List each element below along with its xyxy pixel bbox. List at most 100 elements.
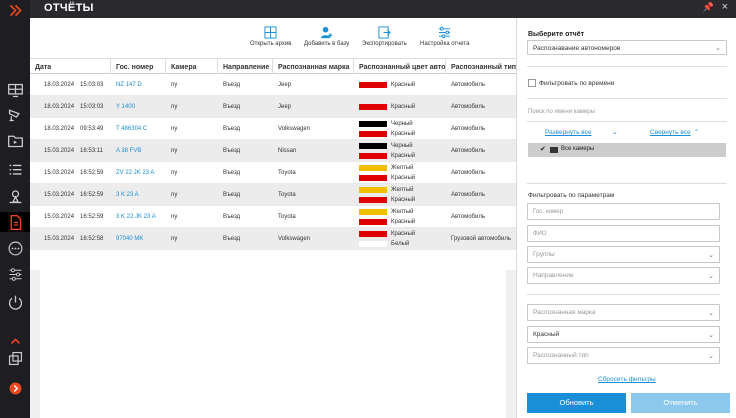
toolbar: Открыть архив Добавить в базу Экспортиро… [30,18,516,58]
add-to-base-label: Добавить в базу [304,41,350,47]
export-button[interactable]: Экспортировать [362,26,407,47]
cell-direction: Въезд [223,191,241,198]
cancel-button[interactable]: Отменить [631,393,730,413]
cell-color: Красный [354,74,446,95]
map-icon[interactable] [5,186,25,206]
power-icon[interactable] [5,292,25,312]
column-header-plate[interactable]: Гос. номер [111,59,166,74]
settings-icon[interactable] [5,264,25,284]
cell-plate[interactable]: Y 1400 [111,96,166,117]
color-swatch [359,164,387,171]
cell-camera: ny [171,213,178,220]
sidebar [0,0,30,418]
add-to-base-button[interactable]: Добавить в базу [304,26,349,47]
plate-input[interactable]: Гос. номер [527,203,720,220]
chevron-up-icon[interactable] [5,336,25,346]
cell-date: 15.03.2024 16:52:59 [30,184,111,205]
expand-all-link[interactable]: Развернуть все [545,129,592,136]
tree-item-all-cameras[interactable]: ✔ Все камеры [528,143,726,157]
collapse-icon[interactable] [5,0,25,20]
table-row[interactable]: 18.03.2024 09:53:49 T 486304 C ny Въезд Volks… [30,118,516,140]
open-archive-button[interactable]: Открыть архив [250,26,291,47]
pin-icon[interactable]: 📌 [703,2,714,13]
color-swatch [359,81,387,88]
color-entry: Желтый [359,207,414,216]
table-body: 18.03.2024 15:03:03 NZ 147 D ny Въезд Jeep Кра… [30,74,516,250]
table-row[interactable]: 15.03.2024 16:52:59 3 K 23 A ny Въезд Toyota Ж… [30,184,516,206]
table-row[interactable]: 18.03.2024 15:03:03 NZ 147 D ny Въезд Jeep Кра… [30,74,516,96]
type-select[interactable]: Распознанный тип ⌄ [527,347,720,364]
color-label: Красный [391,196,416,203]
camera-icon[interactable] [5,104,25,124]
color-swatch [359,208,387,215]
column-header-type[interactable]: Распознанный тип [446,59,516,74]
report-settings-button[interactable]: Настройка отчета [420,26,469,47]
color-label: Желтый [391,164,414,171]
table-row[interactable]: 15.03.2024 16:52:59 3 K 22 JK 23 A ny Въезд T… [30,206,516,228]
cell-direction: Въезд [223,103,241,110]
cell-color: Черный Красный [354,118,446,139]
cell-plate[interactable]: NZ 147 D [111,74,166,95]
cell-plate[interactable]: 3 K 22 JK 23 A [111,206,166,227]
chevron-down-icon[interactable]: ⌄ [612,128,618,136]
filter-time-checkbox[interactable] [528,79,536,87]
cell-plate[interactable]: A 38 FVB [111,140,166,161]
fio-input[interactable]: ФИО [527,225,720,242]
cell-plate[interactable]: ZV 22 JK 23 A [111,162,166,183]
table-row[interactable]: 18.03.2024 15:03:03 Y 1400 ny Въезд Jeep Красн… [30,96,516,118]
color-entry: Красный [359,151,415,160]
export-icon [378,26,391,39]
more-icon[interactable] [5,238,25,258]
cell-direction: Въезд [223,235,241,242]
folder-icon [550,147,558,153]
color-label: Красный [391,152,416,159]
list-icon[interactable] [5,160,25,180]
color-label: Красный [391,103,416,110]
filter-params-label: Фильтровать по параметрам [528,192,615,199]
column-header-camera[interactable]: Камера [166,59,218,74]
cell-time-value: 16:53:11 [80,147,103,154]
reports-icon[interactable] [0,212,30,232]
expand-icon[interactable] [5,378,25,398]
main-area: Открыть архив Добавить в базу Экспортиро… [30,18,516,418]
column-header-brand[interactable]: Распознанная марка [273,59,354,74]
layouts-icon[interactable] [5,348,25,368]
column-header-color[interactable]: Распознанный цвет авто [354,59,446,74]
camera-search-input[interactable]: Поиск по имени камеры [528,109,595,115]
cell-plate[interactable]: T 486304 C [111,118,166,139]
chevron-up-icon[interactable]: ⌃ [694,129,699,136]
cell-time-value: 16:52:59 [80,191,104,198]
column-header-direction[interactable]: Направление [218,59,273,74]
color-label: Желтый [391,186,414,193]
update-button[interactable]: Обновить [527,393,626,413]
collapse-all-link[interactable]: Свернуть все [650,129,691,136]
table-row[interactable]: 15.03.2024 16:52:59 ZV 22 JK 23 A ny Въезд To… [30,162,516,184]
color-entry: Красный [359,129,415,138]
filter-time-label: Фильтровать по времени [539,80,615,87]
column-header-date[interactable]: Дата [30,59,111,74]
archive-icon[interactable] [5,130,25,150]
all-cameras-label: Все камеры [561,146,595,152]
direction-select[interactable]: Направление ⌄ [527,267,720,284]
reset-filters-link[interactable]: Сбросить фильтры [598,376,656,383]
cell-direction: Въезд [223,169,241,176]
archive-icon [264,26,277,39]
chevron-down-icon: ⌄ [708,273,714,280]
monitor-icon[interactable] [5,80,25,100]
color-label: Красный [391,218,416,225]
color-entry: Красный [359,217,415,226]
report-select[interactable]: Распознавание автономеров ⌄ [527,40,727,55]
cell-plate[interactable]: 97040 MK [111,228,166,249]
chevron-down-icon: ⌄ [708,252,714,259]
cell-plate[interactable]: 3 K 23 A [111,184,166,205]
cell-time-value: 15:03:03 [80,81,104,88]
cell-camera: ny [171,103,178,110]
groups-select[interactable]: Группы ⌄ [527,246,720,263]
color-select[interactable]: Красный ⌄ [527,326,720,343]
cell-color: Красный [354,96,446,117]
color-select-value: Красный [533,331,560,338]
table-row[interactable]: 15.03.2024 16:52:58 97040 MK ny Въезд Volkswa… [30,228,516,250]
table-row[interactable]: 15.03.2024 16:53:11 A 38 FVB ny Въезд Nissan Ч… [30,140,516,162]
brand-select[interactable]: Распознанная марка ⌄ [527,304,720,321]
close-icon[interactable]: × [722,1,728,13]
